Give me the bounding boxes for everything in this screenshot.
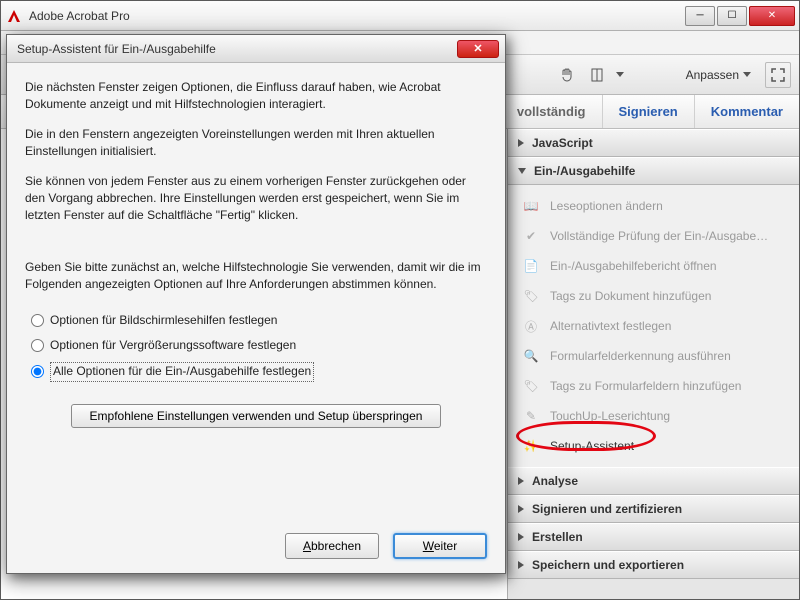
section-accessibility-body: 📖 Leseoptionen ändern ✔ Vollständige Prüfu… [508, 185, 799, 467]
touchup-icon: ✎ [522, 407, 540, 425]
tool-label: TouchUp-Leserichtung [550, 409, 670, 423]
tool-label: Tags zu Formularfeldern hinzufügen [550, 379, 741, 393]
section-analyse[interactable]: Analyse [508, 467, 799, 495]
minimize-button[interactable]: ─ [685, 6, 715, 26]
tab-signieren[interactable]: Signieren [602, 95, 694, 128]
radio-screenreader[interactable]: Optionen für Bildschirmlesehilfen festle… [31, 308, 487, 333]
dialog-body: Die nächsten Fenster zeigen Optionen, di… [7, 63, 505, 440]
dialog-paragraph: Sie können von jedem Fenster aus zu eine… [25, 173, 487, 225]
radio-group: Optionen für Bildschirmlesehilfen festle… [31, 308, 487, 386]
tool-label: Alternativtext festlegen [550, 319, 671, 333]
tool-touchup[interactable]: ✎ TouchUp-Leserichtung [508, 401, 799, 431]
radio-label: Optionen für Bildschirmlesehilfen festle… [50, 312, 277, 329]
section-label: Signieren und zertifizieren [532, 502, 682, 516]
next-button[interactable]: Weiter [393, 533, 487, 559]
acrobat-logo-icon [5, 7, 23, 25]
tool-label: Vollständige Prüfung der Ein-/Ausgabe… [550, 229, 768, 243]
section-javascript[interactable]: JavaScript [508, 129, 799, 157]
close-button[interactable]: ✕ [749, 6, 795, 26]
use-recommended-button[interactable]: Empfohlene Einstellungen verwenden und S… [71, 404, 442, 428]
section-label: Ein-/Ausgabehilfe [534, 164, 635, 178]
tool-label: Leseoptionen ändern [550, 199, 663, 213]
setup-wizard-dialog: Setup-Assistent für Ein-/Ausgabehilfe ✕ … [6, 34, 506, 574]
wand-icon: ✨ [522, 437, 540, 455]
tab-vollstaendig[interactable]: vollständig [500, 95, 602, 128]
section-label: Erstellen [532, 530, 583, 544]
customize-menu[interactable]: Anpassen [680, 66, 757, 84]
tool-tagsform[interactable]: 🏷 Tags zu Formularfeldern hinzufügen [508, 371, 799, 401]
tool-label: Tags zu Dokument hinzufügen [550, 289, 711, 303]
tool-leseoptionen[interactable]: 📖 Leseoptionen ändern [508, 191, 799, 221]
hand-tool-icon[interactable] [556, 64, 578, 86]
dialog-titlebar[interactable]: Setup-Assistent für Ein-/Ausgabehilfe ✕ [7, 35, 505, 63]
chevron-down-icon [518, 168, 526, 174]
tools-panel: JavaScript Ein-/Ausgabehilfe 📖 Leseoption… [507, 129, 799, 599]
radio-magnifier[interactable]: Optionen für Vergrößerungssoftware festl… [31, 333, 487, 358]
tool-formfeld[interactable]: 🔍 Formularfelderkennung ausführen [508, 341, 799, 371]
section-label: Speichern und exportieren [532, 558, 684, 572]
app-title: Adobe Acrobat Pro [29, 9, 683, 23]
section-signieren[interactable]: Signieren und zertifizieren [508, 495, 799, 523]
dialog-paragraph: Die nächsten Fenster zeigen Optionen, di… [25, 79, 487, 114]
radio-input[interactable] [31, 339, 44, 352]
section-label: JavaScript [532, 136, 593, 150]
fullscreen-icon[interactable] [765, 62, 791, 88]
radio-all-options[interactable]: Alle Optionen für die Ein-/Ausgabehilfe … [31, 358, 487, 385]
chevron-right-icon [518, 477, 524, 485]
radio-input[interactable] [31, 314, 44, 327]
tool-label: Setup-Assistent [550, 439, 634, 453]
tag-icon: 🏷 [522, 287, 540, 305]
check-circle-icon: ✔ [522, 227, 540, 245]
dialog-close-button[interactable]: ✕ [457, 40, 499, 58]
chevron-right-icon [518, 561, 524, 569]
tab-kommentar[interactable]: Kommentar [694, 95, 799, 128]
chevron-right-icon [518, 533, 524, 541]
dialog-paragraph: Geben Sie bitte zunächst an, welche Hilf… [25, 259, 487, 294]
page-view-icon[interactable] [586, 64, 608, 86]
report-icon: 📄 [522, 257, 540, 275]
book-icon: 📖 [522, 197, 540, 215]
maximize-button[interactable]: ☐ [717, 6, 747, 26]
section-label: Analyse [532, 474, 578, 488]
tool-pruefung[interactable]: ✔ Vollständige Prüfung der Ein-/Ausgabe… [508, 221, 799, 251]
customize-label: Anpassen [686, 68, 739, 82]
chevron-right-icon [518, 505, 524, 513]
tool-alttext[interactable]: Ⓐ Alternativtext festlegen [508, 311, 799, 341]
dialog-paragraph: Die in den Fenstern angezeigten Voreinst… [25, 126, 487, 161]
radio-label: Alle Optionen für die Ein-/Ausgabehilfe … [50, 362, 314, 381]
tool-label: Formularfelderkennung ausführen [550, 349, 731, 363]
form-icon: 🔍 [522, 347, 540, 365]
text-icon: Ⓐ [522, 317, 540, 335]
caret-icon [743, 72, 751, 77]
app-titlebar[interactable]: Adobe Acrobat Pro ─ ☐ ✕ [1, 1, 799, 31]
tag-form-icon: 🏷 [522, 377, 540, 395]
tool-setup-assistent[interactable]: ✨ Setup-Assistent [508, 431, 799, 461]
tool-bericht[interactable]: 📄 Ein-/Ausgabehilfebericht öffnen [508, 251, 799, 281]
dialog-title: Setup-Assistent für Ein-/Ausgabehilfe [13, 42, 457, 56]
cancel-button[interactable]: Abbrechen [285, 533, 379, 559]
section-accessibility[interactable]: Ein-/Ausgabehilfe [508, 157, 799, 185]
section-speichern[interactable]: Speichern und exportieren [508, 551, 799, 579]
radio-label: Optionen für Vergrößerungssoftware festl… [50, 337, 296, 354]
dropdown-caret-icon[interactable] [616, 72, 624, 77]
radio-input[interactable] [31, 365, 44, 378]
tool-tagsdoc[interactable]: 🏷 Tags zu Dokument hinzufügen [508, 281, 799, 311]
section-erstellen[interactable]: Erstellen [508, 523, 799, 551]
chevron-right-icon [518, 139, 524, 147]
tool-label: Ein-/Ausgabehilfebericht öffnen [550, 259, 717, 273]
dialog-footer: Abbrechen Weiter [285, 533, 487, 559]
